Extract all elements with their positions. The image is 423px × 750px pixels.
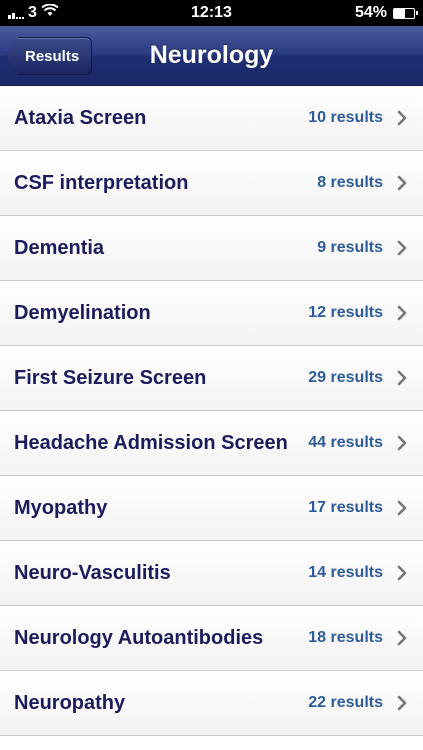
row-result-count: 44 results [308, 434, 383, 451]
list-item[interactable]: Dementia 9 results [0, 216, 423, 281]
row-result-count: 14 results [308, 564, 383, 581]
wifi-icon [41, 3, 59, 22]
battery-icon [393, 7, 418, 19]
row-label: Myopathy [14, 497, 108, 519]
list-item[interactable]: First Seizure Screen 29 results [0, 346, 423, 411]
list-item[interactable]: Neuropathy 22 results [0, 671, 423, 736]
list-item[interactable]: Neurology Autoantibodies 18 results [0, 606, 423, 671]
status-right: 54% [295, 4, 418, 22]
row-result-count: 18 results [308, 629, 383, 646]
chevron-right-icon [397, 110, 409, 126]
row-result-count: 17 results [308, 499, 383, 516]
row-result-count: 10 results [308, 109, 383, 126]
battery-percent: 54% [354, 4, 387, 21]
row-label: Headache Admission Screen [14, 432, 288, 454]
back-button[interactable]: Results [6, 37, 93, 75]
battery-fill [394, 8, 405, 18]
list-item[interactable]: CSF interpretation 8 results [0, 151, 423, 216]
row-label: Neuro-Vasculitis [14, 562, 171, 584]
chevron-right-icon [397, 695, 409, 711]
list-item[interactable]: Demyelination 12 results [0, 281, 423, 346]
list-item[interactable]: Headache Admission Screen 44 results [0, 411, 423, 476]
chevron-right-icon [397, 240, 409, 256]
chevron-right-icon [397, 630, 409, 646]
row-result-count: 29 results [308, 369, 383, 386]
row-result-count: 22 results [308, 694, 383, 711]
chevron-right-icon [397, 435, 409, 451]
list-item[interactable]: Neuro-Vasculitis 14 results [0, 541, 423, 606]
list-item[interactable]: Ataxia Screen 10 results [0, 86, 423, 151]
row-result-count: 12 results [308, 304, 383, 321]
row-label: First Seizure Screen [14, 367, 207, 389]
status-left: 3 [8, 3, 128, 22]
row-label: CSF interpretation [14, 172, 189, 194]
row-label: Demyelination [14, 302, 151, 324]
chevron-right-icon [397, 175, 409, 191]
page-title: Neurology [149, 41, 274, 69]
row-result-count: 8 results [317, 174, 383, 191]
carrier-label: 3 [28, 4, 37, 21]
chevron-right-icon [397, 305, 409, 321]
row-label: Ataxia Screen [14, 107, 147, 129]
results-list: Ataxia Screen 10 results CSF interpretatio… [0, 86, 423, 736]
row-result-count: 9 results [317, 239, 383, 256]
row-label: Neuropathy [14, 692, 126, 714]
signal-icon [8, 7, 24, 19]
chevron-right-icon [397, 565, 409, 581]
row-label: Dementia [14, 237, 105, 259]
list-item[interactable]: Myopathy 17 results [0, 476, 423, 541]
navigation-bar: Results Neurology [0, 26, 423, 86]
chevron-right-icon [397, 500, 409, 516]
status-time: 12:13 [191, 4, 232, 21]
chevron-right-icon [397, 370, 409, 386]
row-label: Neurology Autoantibodies [14, 627, 264, 649]
status-bar: 3 12:13 54% [0, 0, 423, 26]
